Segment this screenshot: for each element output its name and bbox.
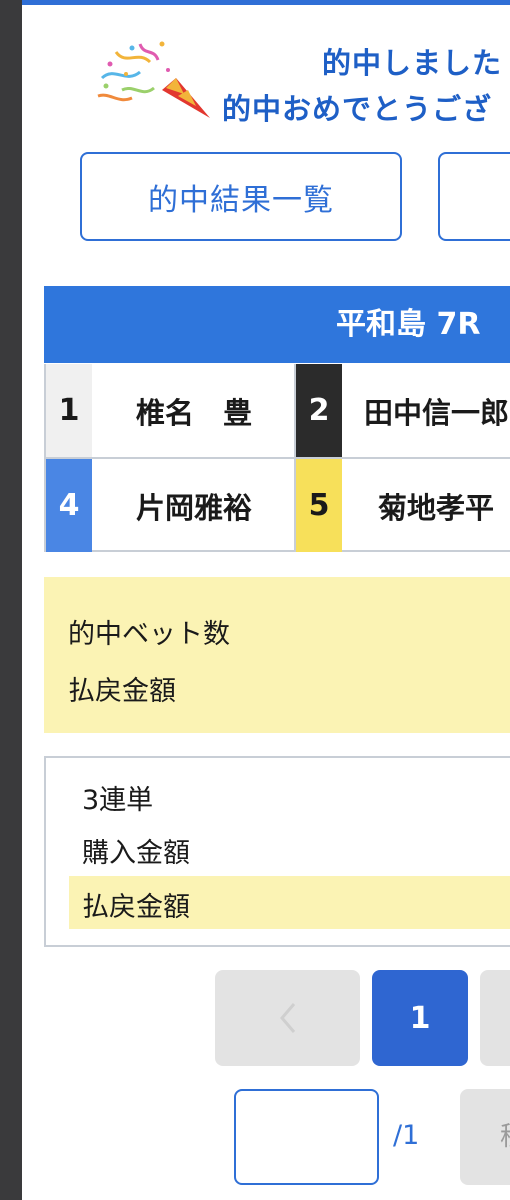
page-number-current[interactable]: 1	[372, 970, 468, 1066]
page: 的中しました 的中おめでとうござ 的中結果一覧 平和島 7R 1 椎名 豊 2 …	[0, 0, 510, 1200]
left-rail	[0, 0, 22, 1200]
page-total-label: /1	[393, 1120, 420, 1151]
payout-amount-label: 払戻金額	[68, 676, 176, 707]
party-popper-icon	[97, 41, 210, 118]
bet-payout-label: 払戻金額	[82, 892, 190, 923]
racer-row: 1 椎名 豊 2 田中信一郎	[46, 364, 510, 459]
top-divider	[22, 0, 510, 5]
page-jump-button[interactable]: 移	[460, 1089, 510, 1185]
racer-name: 田中信一郎	[364, 395, 510, 430]
racer-name: 片岡雅裕	[135, 490, 252, 525]
hit-results-list-button[interactable]: 的中結果一覧	[80, 152, 402, 241]
bet-type-label: 3連単	[82, 785, 154, 816]
bet-detail-panel: 3連単 購入金額 払戻金額	[44, 756, 510, 947]
boat-number-badge: 5	[296, 459, 342, 552]
racer-name: 椎名 豊	[135, 395, 252, 430]
success-heading: 的中しました	[322, 46, 503, 80]
race-title: 平和島 7R	[44, 286, 510, 363]
congrats-heading: 的中おめでとうござ	[222, 92, 493, 126]
secondary-button[interactable]	[438, 152, 510, 241]
racer-name: 菊地孝平	[378, 490, 495, 525]
boat-number-badge: 1	[46, 364, 92, 457]
hit-summary-panel: 的中ベット数 払戻金額	[44, 577, 510, 733]
prev-page-button[interactable]	[215, 970, 360, 1066]
hit-bet-count-label: 的中ベット数	[68, 619, 230, 650]
racer-row: 4 片岡雅裕 5 菊地孝平	[46, 459, 510, 552]
boat-number-badge: 4	[46, 459, 92, 552]
next-page-button[interactable]	[480, 970, 510, 1066]
column-divider	[294, 364, 296, 552]
racer-grid: 1 椎名 豊 2 田中信一郎 4 片岡雅裕 5 菊地孝平	[44, 364, 510, 552]
page-number-input[interactable]	[234, 1089, 379, 1185]
purchase-amount-label: 購入金額	[82, 838, 190, 869]
chevron-left-icon	[279, 1003, 295, 1033]
boat-number-badge: 2	[296, 364, 342, 457]
